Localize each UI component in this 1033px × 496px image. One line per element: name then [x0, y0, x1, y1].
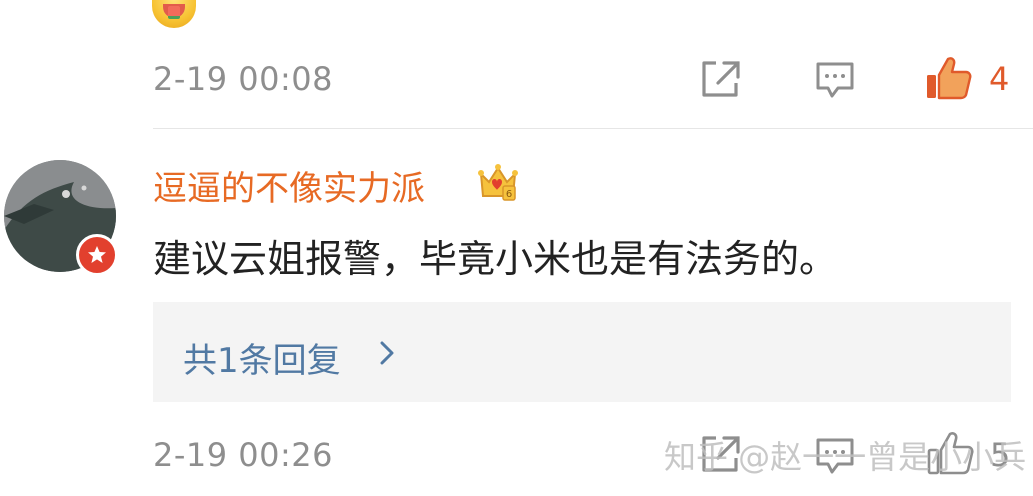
emoji-icon: [152, 0, 196, 28]
chevron-right-icon: [380, 341, 394, 365]
reply-thread-link[interactable]: 共1条回复: [153, 302, 1011, 402]
like-count: 4: [989, 60, 1010, 98]
svg-text:6: 6: [506, 189, 512, 200]
crown-vip-icon: 6: [478, 164, 518, 201]
share-icon[interactable]: [700, 59, 742, 99]
watermark: 知乎 @赵一一曾是小小兵: [664, 438, 1027, 476]
comment-timestamp: 2-19 00:08: [153, 60, 334, 98]
comment-timestamp: 2-19 00:26: [153, 436, 334, 474]
comment-text: 建议云姐报警，毕竟小米也是有法务的。: [153, 237, 838, 281]
comment-username[interactable]: 逗逼的不像实力派: [153, 161, 425, 210]
comment-divider: [153, 128, 1033, 129]
verified-badge-icon: [76, 234, 118, 276]
reply-comment-icon[interactable]: [814, 60, 856, 100]
like-icon-active[interactable]: [924, 55, 972, 101]
reply-summary: 共1条回复: [183, 341, 341, 381]
